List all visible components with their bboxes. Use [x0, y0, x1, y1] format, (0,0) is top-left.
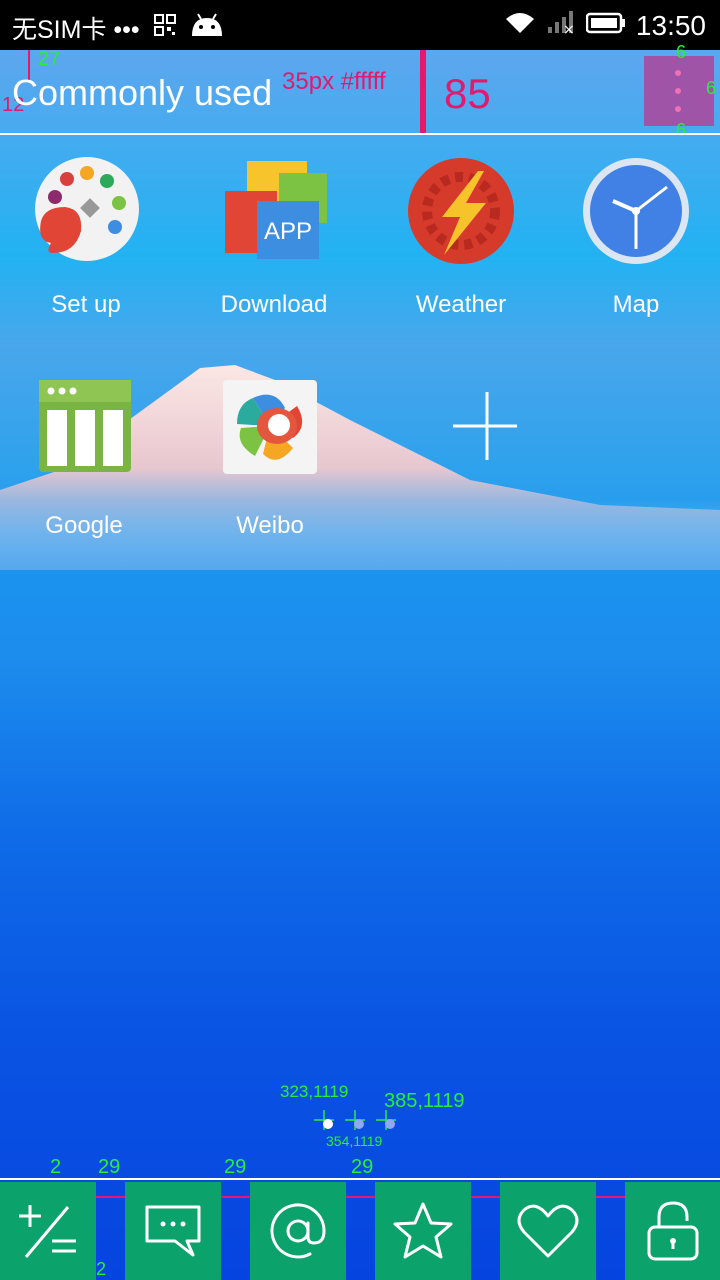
calculator-icon [19, 1205, 76, 1258]
carrier-text: 无SIM卡 ••• [12, 16, 140, 44]
app-google[interactable]: Google [4, 378, 164, 540]
favorite-button[interactable] [375, 1182, 471, 1280]
annotation-gap: 2 [96, 1259, 107, 1279]
signal-icon: × [546, 9, 576, 42]
annotation-spacing-line [221, 1196, 250, 1198]
qr-icon [153, 13, 176, 43]
app-label: Download [220, 291, 328, 318]
lightning-icon [406, 157, 516, 267]
annotation-spacing-line [596, 1196, 625, 1198]
at-icon [270, 1203, 326, 1259]
app-badge-text: APP [264, 218, 312, 245]
header-divider [0, 133, 720, 135]
add-icon [407, 378, 521, 488]
pinwheel-icon [215, 378, 325, 488]
annotation-gap: 2 [50, 1156, 62, 1178]
svg-text:×: × [563, 22, 575, 35]
heart-icon [517, 1204, 579, 1258]
annotation-gap: 29 [351, 1156, 374, 1178]
annotation-top-margin: 27 [38, 48, 61, 70]
annotation-header-height: 85 [444, 70, 491, 117]
app-store-icon: APP [219, 157, 329, 267]
app-label: Set up [51, 291, 121, 318]
annotation-spacing-line [96, 1196, 125, 1198]
add-app-button[interactable] [382, 378, 542, 512]
page-indicator[interactable] [385, 1119, 395, 1129]
message-button[interactable] [125, 1182, 221, 1280]
clock-icon [581, 157, 691, 267]
menu-dot-icon [675, 106, 681, 112]
app-weibo[interactable]: Weibo [190, 378, 350, 540]
annotation-menu-bottom: 6 [676, 120, 687, 140]
android-icon [190, 12, 224, 45]
battery-icon [585, 10, 626, 42]
annotation-menu-right: 6 [706, 78, 717, 98]
message-icon [145, 1205, 201, 1257]
page-indicator-active[interactable] [323, 1119, 333, 1129]
annotation-dot1: 323,1119 [280, 1082, 349, 1101]
annotation-height-bar [420, 50, 426, 134]
columns-icon [29, 378, 139, 488]
clock-time: 13:50 [635, 9, 706, 41]
app-label: Weather [415, 291, 507, 318]
annotation-gap: 29 [98, 1156, 121, 1178]
calculator-button[interactable] [0, 1182, 96, 1280]
overflow-menu-button[interactable] [644, 56, 714, 126]
palette-icon [31, 157, 141, 267]
annotation-font-spec: 35px #fffff [282, 68, 386, 95]
like-button[interactable] [500, 1182, 596, 1280]
annotation-dot2: 354,1119 [326, 1133, 383, 1149]
annotation-menu-top: 6 [676, 42, 687, 62]
bottom-bar-divider [0, 1178, 720, 1180]
app-download[interactable]: APP Download [194, 157, 354, 319]
app-setup[interactable]: Set up [6, 157, 166, 319]
app-label: Weibo [236, 512, 304, 539]
status-bar: 无SIM卡 ••• × 13:50 [0, 0, 720, 50]
app-label: Google [45, 512, 123, 539]
page-indicator[interactable] [354, 1119, 364, 1129]
annotation-spacing-line [471, 1196, 500, 1198]
lock-button[interactable] [625, 1182, 720, 1280]
app-weather[interactable]: Weather [381, 157, 541, 319]
app-map[interactable]: Map [556, 157, 716, 319]
lock-icon [647, 1201, 699, 1261]
menu-dot-icon [675, 88, 681, 94]
at-button[interactable] [250, 1182, 346, 1280]
page-title: Commonly used [12, 72, 273, 113]
app-label: Map [612, 291, 660, 318]
star-icon [393, 1202, 453, 1259]
annotation-gap: 29 [224, 1156, 247, 1178]
wifi-icon [504, 10, 536, 42]
annotation-spacing-line [346, 1196, 375, 1198]
menu-dot-icon [675, 70, 681, 76]
